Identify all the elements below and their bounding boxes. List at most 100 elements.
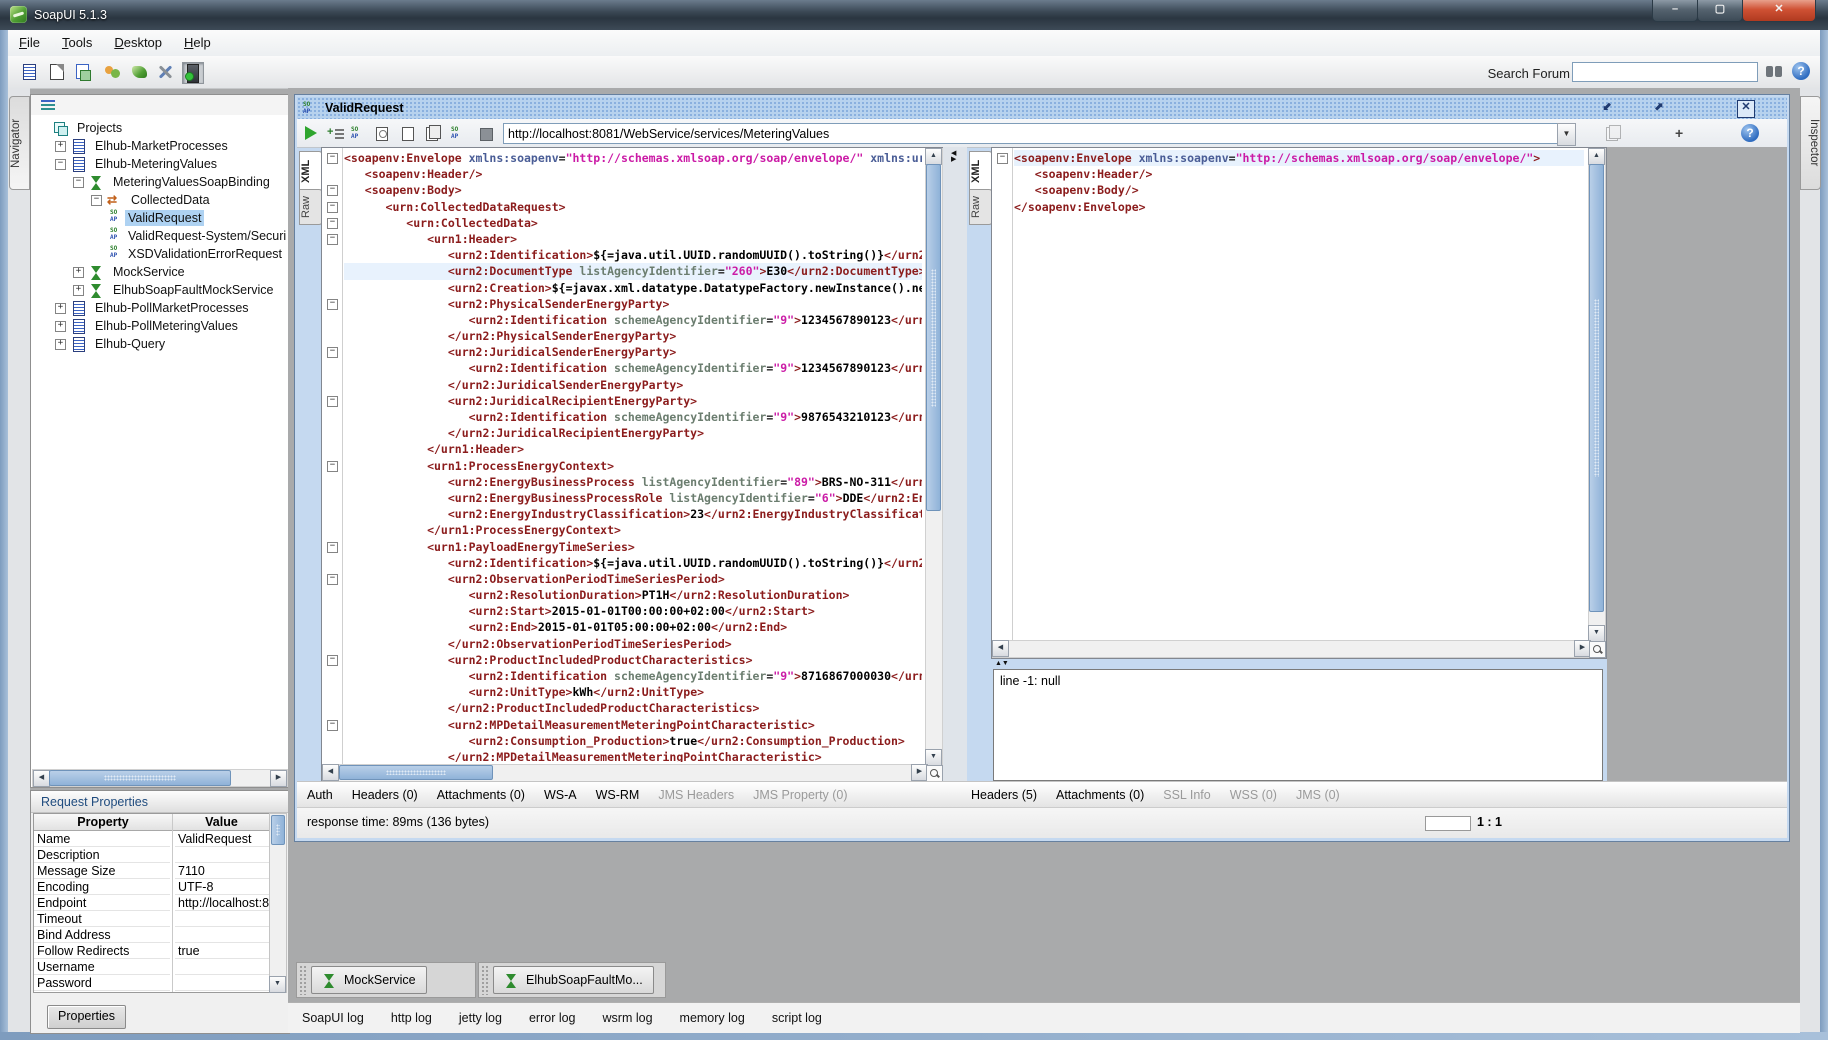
code-line[interactable]: </urn1:Header> [344,441,922,457]
search-icon[interactable] [1766,64,1784,78]
inspector-tab[interactable]: Inspector [1800,96,1821,190]
fold-collapse-icon[interactable]: − [327,153,338,164]
request-help-icon[interactable]: ? [1741,124,1759,142]
tree-item-validrequest-system-securi[interactable]: SOAPValidRequest-System/Securi [109,227,289,245]
table-cell[interactable]: ValidRequest [175,831,270,847]
tools-icon[interactable] [156,62,176,82]
code-line[interactable]: <urn2:DocumentType listAgencyIdentifier=… [344,263,922,279]
log-tab-jetty-log[interactable]: jetty log [459,1011,502,1025]
code-line[interactable]: <soapenv:Header/> [1014,166,1584,182]
code-line[interactable]: <urn2:JuridicalSenderEnergyParty> [344,344,922,360]
navigator-hscrollbar[interactable]: ◀ ▶ [32,769,288,787]
table-cell[interactable] [175,991,270,993]
tree-item-meteringvaluessoapbinding[interactable]: −MeteringValuesSoapBinding [73,173,273,191]
table-cell[interactable]: http://localhost:80... [175,895,270,911]
table-cell[interactable]: Encoding [34,879,170,895]
expand-icon[interactable]: + [73,267,84,278]
tab-headers-5-[interactable]: Headers (5) [971,788,1037,802]
endpoint-dropdown-icon[interactable]: ▼ [1557,123,1576,146]
response-vscrollbar[interactable]: ▲ ▼ [1588,148,1606,642]
tree-item-projects[interactable]: Projects [37,119,125,137]
table-cell[interactable] [175,975,270,991]
collapse-icon[interactable]: − [73,177,84,188]
code-line[interactable]: <soapenv:Header/> [344,166,922,182]
response-xml-tab[interactable]: XML [969,151,993,191]
code-line[interactable]: </urn2:ProductIncludedProductCharacteris… [344,700,922,716]
properties-vscrollbar[interactable]: ▼ [269,813,287,993]
minimize-button[interactable]: – [1652,0,1698,22]
code-line[interactable]: <urn2:Identification schemeAgencyIdentif… [344,668,922,684]
drag-grip[interactable] [481,965,490,995]
code-line[interactable]: <urn2:PhysicalSenderEnergyParty> [344,296,922,312]
table-cell[interactable]: Description [34,847,170,863]
code-line[interactable]: <soapenv:Envelope xmlns:soapenv="http://… [1014,150,1584,166]
tab-ws-rm[interactable]: WS-RM [596,788,640,802]
code-line[interactable]: </urn2:JuridicalSenderEnergyParty> [344,377,922,393]
response-raw-tab[interactable]: Raw [969,189,993,225]
title-bar[interactable]: SoapUI 5.1.3 – ▢ ✕ [0,0,1828,30]
clone-request-icon[interactable] [399,124,417,142]
recreate-request-icon[interactable]: SOAP [349,124,367,142]
tree-item-elhub-query[interactable]: +Elhub-Query [55,335,168,353]
table-cell[interactable] [175,847,270,863]
soap-action-icon[interactable]: SOAP [449,124,467,142]
code-line[interactable]: <urn2:Identification schemeAgencyIdentif… [344,409,922,425]
table-cell[interactable]: UTF-8 [175,879,270,895]
pane-splitter[interactable]: ◀▶ [943,147,967,781]
table-cell[interactable]: Message Size [34,863,170,879]
drag-grip[interactable] [299,965,308,995]
table-cell[interactable]: 7110 [175,863,270,879]
request-xml-tab[interactable]: XML [299,151,323,191]
code-line[interactable]: <urn1:ProcessEnergyContext> [344,458,922,474]
request-vscrollbar[interactable]: ▲ ▼ [925,148,943,766]
expand-icon[interactable]: + [55,141,66,152]
navigator-tab[interactable]: Navigator [9,96,30,190]
response-hscrollbar[interactable]: ◀ ▶ [992,640,1591,658]
copy-request-icon[interactable] [423,124,441,142]
table-cell[interactable]: Follow Redirects [34,943,170,959]
fold-collapse-icon[interactable]: − [327,720,338,731]
table-cell[interactable]: Name [34,831,170,847]
table-cell[interactable]: Endpoint [34,895,170,911]
expand-icon[interactable]: + [55,321,66,332]
table-cell[interactable]: Username [34,959,170,975]
fold-collapse-icon[interactable]: − [327,396,338,407]
magnifier-icon[interactable] [926,765,943,782]
collapse-icon[interactable]: − [91,195,102,206]
tree-item-elhubsoapfaultmockservice[interactable]: +ElhubSoapFaultMockService [73,281,277,299]
search-forum-input[interactable] [1572,62,1758,82]
tab-headers-0-[interactable]: Headers (0) [352,788,418,802]
window-minimize-icon[interactable]: ⬋ [1599,100,1615,116]
fold-collapse-icon[interactable]: − [327,542,338,553]
tree-item-elhub-pollmarketprocesses[interactable]: +Elhub-PollMarketProcesses [55,299,252,317]
response-xml-content[interactable]: <soapenv:Envelope xmlns:soapenv="http://… [1014,150,1584,638]
code-line[interactable]: <urn2:ObservationPeriodTimeSeriesPeriod> [344,571,922,587]
code-line[interactable]: <urn2:EnergyBusinessProcessRole listAgen… [344,490,922,506]
code-line[interactable]: <urn1:Header> [344,231,922,247]
table-cell[interactable]: Timeout [34,911,170,927]
tree-item-validrequest[interactable]: SOAPValidRequest [109,209,204,227]
code-line[interactable]: <urn:CollectedData> [344,215,922,231]
log-tab-soapui-log[interactable]: SoapUI log [302,1011,364,1025]
fold-collapse-icon[interactable]: − [327,185,338,196]
fold-collapse-icon[interactable]: − [327,347,338,358]
table-cell[interactable]: Bind Address [34,927,170,943]
proxy-server-icon[interactable] [182,62,204,84]
fold-collapse-icon[interactable]: − [327,655,338,666]
table-cell[interactable]: true [175,943,270,959]
table-cell[interactable] [175,911,270,927]
help-icon[interactable]: ? [1792,62,1810,80]
expand-icon[interactable]: + [73,285,84,296]
fold-collapse-icon[interactable]: − [327,299,338,310]
tree-item-collecteddata[interactable]: −⇄CollectedData [91,191,213,209]
tree-item-elhub-pollmeteringvalues[interactable]: +Elhub-PollMeteringValues [55,317,241,335]
menu-desktop[interactable]: Desktop [103,30,173,50]
fold-collapse-icon[interactable]: − [997,153,1008,164]
request-hscrollbar[interactable]: ◀ ▶ [322,764,928,782]
response-magnifier-icon[interactable] [1589,641,1606,658]
menu-tools[interactable]: Tools [51,30,103,50]
code-line[interactable]: <soapenv:Body/> [1014,182,1584,198]
tab-attachments-0-[interactable]: Attachments (0) [1056,788,1144,802]
table-cell[interactable] [175,927,270,943]
fold-collapse-icon[interactable]: − [327,234,338,245]
